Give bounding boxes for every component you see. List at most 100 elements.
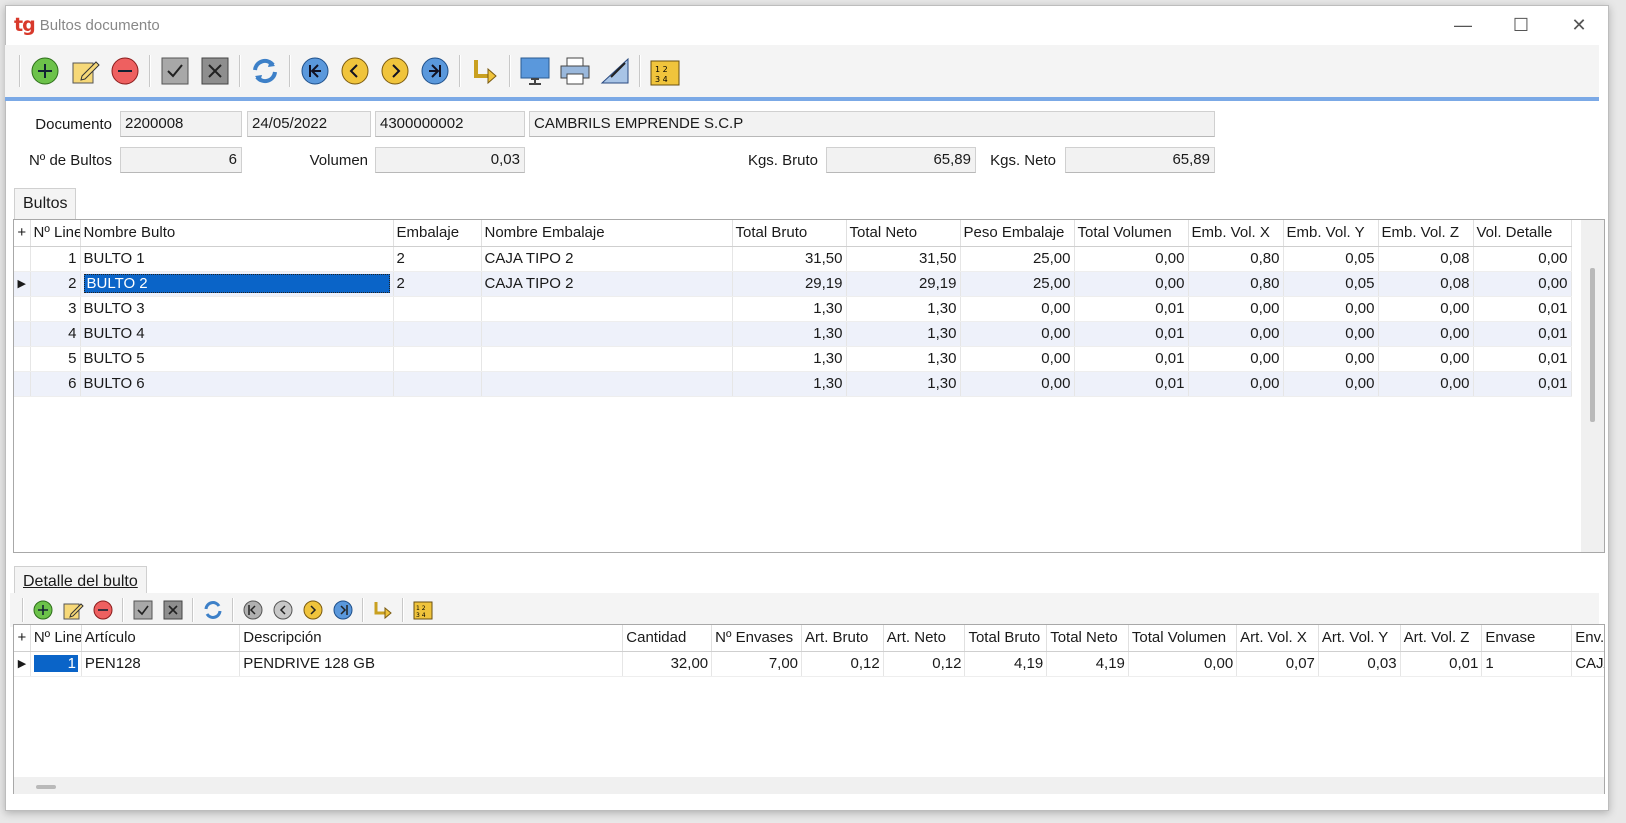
detail-numbering-button[interactable]: 1 23 4: [410, 597, 436, 623]
cell[interactable]: 0,00: [1074, 271, 1189, 297]
export-button[interactable]: [597, 53, 633, 89]
cell[interactable]: 0,00: [1283, 346, 1379, 372]
cell[interactable]: 0,80: [1188, 271, 1284, 297]
cell[interactable]: PEN128: [81, 651, 241, 677]
cell[interactable]: 1,30: [732, 321, 847, 347]
cell[interactable]: 0,01: [1473, 371, 1572, 397]
cell[interactable]: [481, 321, 733, 347]
cell[interactable]: 1: [1481, 651, 1573, 677]
cell[interactable]: CAJA D: [1571, 651, 1604, 677]
kgs-neto-field[interactable]: 65,89: [1065, 147, 1215, 173]
cell[interactable]: 31,50: [732, 246, 847, 272]
col-header[interactable]: Total Bruto: [732, 220, 847, 247]
cell[interactable]: 0,00: [1074, 246, 1189, 272]
cell[interactable]: 0,01: [1473, 321, 1572, 347]
cell[interactable]: 0,08: [1378, 271, 1474, 297]
col-header[interactable]: Env. No: [1571, 625, 1604, 652]
cell[interactable]: 2: [393, 246, 482, 272]
selected-cell-value[interactable]: BULTO 2: [83, 274, 390, 293]
cell[interactable]: 25,00: [960, 271, 1075, 297]
cell[interactable]: 1: [30, 246, 81, 272]
cliente-codigo-field[interactable]: 4300000002: [375, 111, 525, 137]
cell[interactable]: 0,80: [1188, 246, 1284, 272]
cell[interactable]: [393, 371, 482, 397]
cell[interactable]: 0,00: [1188, 296, 1284, 322]
cell[interactable]: 0,00: [960, 371, 1075, 397]
cell[interactable]: 2: [30, 271, 81, 297]
cell[interactable]: 0,01: [1074, 296, 1189, 322]
col-header[interactable]: Art. Vol. Y: [1318, 625, 1401, 652]
fecha-field[interactable]: 24/05/2022: [247, 111, 371, 137]
col-header[interactable]: Total Bruto: [964, 625, 1048, 652]
scrollbar-thumb[interactable]: [1590, 268, 1595, 422]
col-header[interactable]: Embalaje: [393, 220, 482, 247]
cell-selected[interactable]: 1: [30, 651, 82, 677]
cell[interactable]: 0,00: [1188, 321, 1284, 347]
cell[interactable]: PENDRIVE 128 GB: [239, 651, 624, 677]
monitor-button[interactable]: [517, 53, 553, 89]
delete-button[interactable]: [107, 53, 143, 89]
vertical-scrollbar[interactable]: [1581, 220, 1604, 552]
cell[interactable]: [481, 371, 733, 397]
col-header[interactable]: Total Volumen: [1074, 220, 1189, 247]
first-button[interactable]: [297, 53, 333, 89]
cell[interactable]: 4: [30, 321, 81, 347]
cell[interactable]: 0,00: [1128, 651, 1238, 677]
detail-refresh-button[interactable]: [200, 597, 226, 623]
detail-goto-button[interactable]: [370, 597, 396, 623]
table-row[interactable]: 6 BULTO 6 1,30 1,30 0,00 0,01 0,00 0,00 …: [14, 371, 1572, 397]
table-row-selected[interactable]: ▶ 2 BULTO 2 2 CAJA TIPO 2 29,19 29,19 25…: [14, 271, 1572, 297]
cell[interactable]: 2: [393, 271, 482, 297]
col-header[interactable]: Total Volumen: [1128, 625, 1238, 652]
cell[interactable]: 0,01: [1473, 296, 1572, 322]
cell[interactable]: 0,00: [960, 296, 1075, 322]
cell[interactable]: 0,07: [1236, 651, 1319, 677]
close-button[interactable]: ✕: [1550, 6, 1608, 44]
cell[interactable]: BULTO 3: [80, 296, 394, 322]
cell-selected[interactable]: BULTO 2: [80, 271, 394, 297]
col-header[interactable]: Nombre Bulto: [80, 220, 394, 247]
cell[interactable]: 1,30: [732, 296, 847, 322]
cell[interactable]: CAJA TIPO 2: [481, 271, 733, 297]
cell[interactable]: 0,00: [1188, 346, 1284, 372]
last-button[interactable]: [417, 53, 453, 89]
detail-last-button[interactable]: [330, 597, 356, 623]
next-button[interactable]: [377, 53, 413, 89]
detail-delete-button[interactable]: [90, 597, 116, 623]
tab-bultos[interactable]: Bultos: [14, 188, 77, 219]
goto-button[interactable]: [467, 53, 503, 89]
cell[interactable]: 31,50: [846, 246, 961, 272]
detail-next-button[interactable]: [300, 597, 326, 623]
detail-cancel-button[interactable]: [160, 597, 186, 623]
cell[interactable]: BULTO 6: [80, 371, 394, 397]
cell[interactable]: 0,03: [1318, 651, 1401, 677]
cell[interactable]: 0,01: [1473, 346, 1572, 372]
col-header[interactable]: Envase: [1481, 625, 1573, 652]
cell[interactable]: 0,01: [1074, 346, 1189, 372]
refresh-button[interactable]: [247, 53, 283, 89]
cell[interactable]: 0,00: [1378, 296, 1474, 322]
cell[interactable]: 4,19: [1046, 651, 1129, 677]
volumen-field[interactable]: 0,03: [375, 147, 525, 173]
cell[interactable]: 3: [30, 296, 81, 322]
col-header[interactable]: Vol. Detalle: [1473, 220, 1572, 247]
cell[interactable]: 29,19: [846, 271, 961, 297]
table-row[interactable]: 4 BULTO 4 1,30 1,30 0,00 0,01 0,00 0,00 …: [14, 321, 1572, 347]
selected-cell-value[interactable]: 1: [33, 655, 78, 672]
cell[interactable]: 0,12: [883, 651, 966, 677]
cell[interactable]: 4,19: [964, 651, 1048, 677]
cell[interactable]: 0,00: [1378, 346, 1474, 372]
cell[interactable]: 0,01: [1074, 371, 1189, 397]
col-header[interactable]: Nº Line: [30, 220, 81, 247]
cell[interactable]: [481, 346, 733, 372]
grid-add-row-icon[interactable]: +: [14, 220, 31, 247]
table-row[interactable]: 1 BULTO 1 2 CAJA TIPO 2 31,50 31,50 25,0…: [14, 246, 1572, 272]
detail-edit-button[interactable]: [60, 597, 86, 623]
cell[interactable]: 1,30: [846, 321, 961, 347]
col-header[interactable]: Total Neto: [1046, 625, 1129, 652]
cancel-button[interactable]: [197, 53, 233, 89]
col-header[interactable]: Art. Neto: [883, 625, 966, 652]
cliente-nombre-field[interactable]: CAMBRILS EMPRENDE S.C.P: [529, 111, 1215, 137]
col-header[interactable]: Nombre Embalaje: [481, 220, 733, 247]
col-header[interactable]: Artículo: [81, 625, 241, 652]
